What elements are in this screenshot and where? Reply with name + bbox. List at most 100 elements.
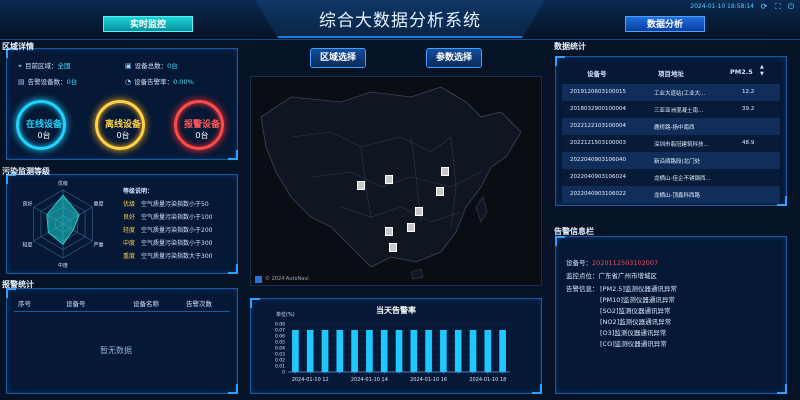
chart-y-tick-label: 0 — [282, 370, 285, 376]
column-header-address: 项目地址 — [658, 70, 684, 78]
radar-axis-label: 良好 — [22, 201, 32, 208]
map-marker[interactable] — [436, 187, 444, 196]
chart-bar — [380, 330, 388, 372]
chart-bar — [292, 330, 299, 372]
table-row[interactable]: 2019120603100015 工业大道站(工业大... 12.2 — [562, 84, 780, 101]
alarm-device-value: 2020112503102007 — [592, 259, 659, 267]
chart-x-tick-label: 2024-01-10 18 — [469, 377, 506, 383]
data-stats-title: 数据统计 — [554, 42, 586, 51]
chart-title: 当天告警率 — [376, 305, 416, 315]
chart-x-tick-label: 2024-01-10 12 — [292, 377, 329, 383]
level-name: 优级 — [123, 201, 136, 208]
table-row[interactable]: 2022040903106040 新沿绸路段(北门处 — [562, 152, 780, 169]
radar-axis-label: 轻度 — [22, 242, 32, 249]
chart-bar — [321, 330, 329, 372]
map-marker[interactable] — [389, 243, 397, 252]
column-header-device-name: 设备名称 — [133, 300, 159, 308]
alarm-stats-title: 报警统计 — [2, 280, 34, 289]
chart-y-tick-label: 0.05 — [275, 340, 285, 346]
chart-x-tick-label: 2024-01-10 16 — [410, 377, 447, 383]
exit-icon[interactable]: ⏻ — [785, 2, 797, 12]
level-description: 空气质量污染指数小于50 — [141, 201, 209, 208]
device-id-cell: 2019120603100015 — [570, 89, 626, 95]
param-select-button[interactable]: 参数选择 — [426, 48, 482, 68]
chart-bar — [499, 330, 506, 372]
map-marker[interactable] — [441, 167, 449, 176]
chart-y-tick-label: 0.07 — [275, 328, 285, 334]
sort-arrows-icon[interactable]: ▲ ▼ — [760, 64, 764, 78]
alarm-devices-ring[interactable]: 报警设备 0台 — [174, 100, 224, 150]
column-header-index: 序号 — [18, 300, 31, 308]
device-id-cell: 2022040903106024 — [570, 174, 626, 180]
datetime-display: 2024-01-10 18:58:14 — [690, 3, 754, 10]
alarm-message: [NO2]监测仪器通讯异常 — [600, 318, 672, 326]
level-description: 空气质量污染指数小于100 — [141, 214, 213, 221]
map-view[interactable]: © 2024 AutoNavi — [250, 76, 542, 286]
chart-y-tick-label: 0.08 — [275, 322, 285, 328]
table-row[interactable]: 2022122103100004 鹿桥路-扬中南西 — [562, 118, 780, 135]
map-marker[interactable] — [385, 227, 393, 236]
empty-state-text: 暂无数据 — [100, 346, 132, 355]
level-name: 轻度 — [123, 227, 136, 234]
device-id-cell: 2022040903106040 — [570, 157, 626, 163]
radar-axis-label: 优级 — [58, 180, 68, 187]
hainan-outline — [410, 268, 424, 280]
chart-bar — [366, 330, 373, 372]
chart-y-tick-label: 0.01 — [275, 364, 285, 370]
map-marker[interactable] — [357, 181, 365, 190]
alarm-rate-chart: 当天告警率单位(%) 00.010.020.030.040.050.060.070… — [275, 305, 510, 383]
table-row[interactable]: 2018032900100004 三亚亚洲混凝土南... 39.2 — [562, 101, 780, 118]
radar-axis-label: 中度 — [58, 262, 68, 269]
chart-bar — [469, 330, 477, 372]
alarm-device-row: 设备号：2020112503102007 — [566, 259, 659, 267]
device-id-cell: 2022122103100004 — [570, 123, 626, 129]
map-marker[interactable] — [385, 175, 393, 184]
address-cell: 三亚亚洲混凝土南... — [654, 108, 704, 114]
address-cell: 龙栖山-顶鑫科西路 — [654, 193, 700, 199]
radar-axis-label: 重度 — [93, 201, 103, 208]
pie-chart-icon: ◔ — [125, 78, 132, 86]
current-region-row: ⌖ 目前区域：全国 — [18, 62, 71, 70]
device-id-cell: 2022121503100003 — [570, 140, 626, 146]
pollution-radar-chart: 优级重度严重中度 轻度 良好 — [22, 180, 103, 269]
table-row[interactable]: 2022040903106024 龙栖山-佳企不锈钢西... — [562, 169, 780, 186]
radar-data-area — [46, 194, 80, 245]
alarm-device-icon: ▤ — [18, 78, 25, 86]
chart-y-tick-label: 0.02 — [275, 358, 285, 364]
header-bar: 综合大数据分析系统 实时监控 数据分析 2024-01-10 18:58:14 … — [0, 0, 800, 40]
offline-devices-ring[interactable]: 离线设备 0台 — [95, 100, 145, 150]
region-details-title: 区域详情 — [2, 42, 34, 51]
chart-bar — [454, 330, 462, 372]
fullscreen-icon[interactable]: ⛶ — [772, 2, 784, 12]
address-cell: 龙栖山-佳企不锈钢西... — [654, 176, 711, 182]
chart-bar — [484, 330, 492, 372]
level-description: 空气质量污染指数小于200 — [141, 227, 213, 234]
level-name: 重度 — [123, 253, 136, 260]
map-marker[interactable] — [407, 223, 415, 232]
chart-y-tick-label: 0.06 — [275, 334, 285, 340]
table-row[interactable]: 2022040903106022 龙栖山-顶鑫科西路 — [562, 186, 780, 203]
taiwan-outline — [475, 196, 488, 223]
address-cell: 新沿绸路段(北门处 — [654, 159, 701, 165]
online-devices-ring[interactable]: 在线设备 0台 — [16, 100, 66, 150]
tab-realtime-monitoring[interactable]: 实时监控 — [103, 16, 193, 32]
alarm-message: [PM2.5]监测仪器通讯异常 — [600, 285, 677, 293]
level-legend-row: 优级 空气质量污染指数小于50 — [123, 199, 209, 208]
level-legend-row: 良好 空气质量污染指数小于100 — [123, 212, 212, 221]
map-copyright: © 2024 AutoNavi — [265, 276, 309, 282]
map-marker[interactable] — [415, 207, 423, 216]
level-legend-row: 轻度 空气质量污染指数小于200 — [123, 225, 212, 234]
device-icon: ▣ — [125, 62, 132, 70]
chart-bar — [306, 330, 314, 372]
chart-bar — [410, 330, 418, 372]
alarm-message: [PM10]监测仪器通讯异常 — [600, 296, 675, 304]
table-row[interactable]: 2022121503100003 深圳市翡冠建筑科技... 48.9 — [562, 135, 780, 152]
table-divider — [14, 311, 230, 312]
refresh-icon[interactable]: ⟳ — [758, 2, 770, 12]
region-select-button[interactable]: 区域选择 — [310, 48, 366, 68]
level-legend-row: 重度 空气质量污染指数大于300 — [123, 251, 212, 260]
chart-x-tick-label: 2024-01-10 14 — [351, 377, 388, 383]
china-map — [260, 86, 522, 280]
tab-data-analysis[interactable]: 数据分析 — [625, 16, 705, 32]
pm25-cell: 39.2 — [742, 106, 755, 112]
